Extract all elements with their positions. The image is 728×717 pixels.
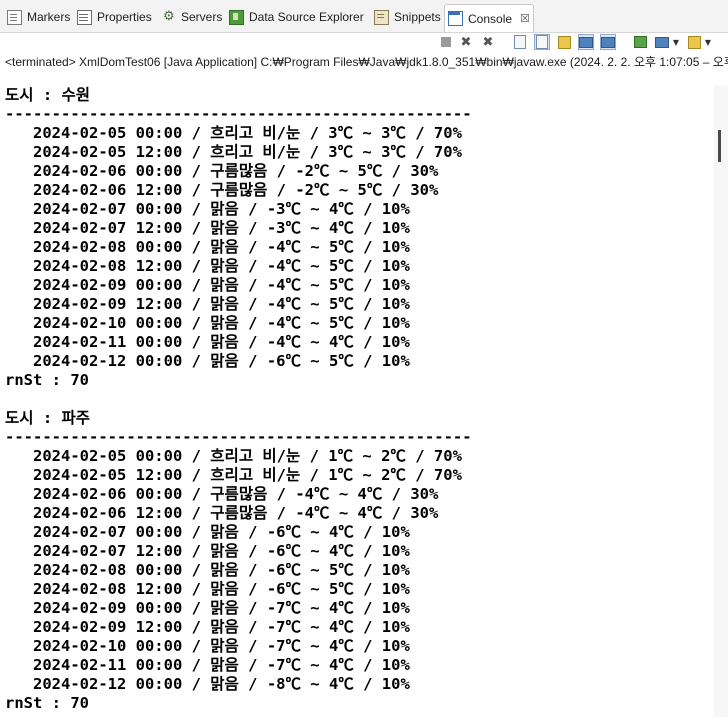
chevron-down-icon[interactable]: ▼ xyxy=(672,34,680,50)
tab-markers[interactable]: Markers xyxy=(4,5,73,29)
forecast-row: 2024-02-10 00:00 / 맑음 / -7℃ ~ 4℃ / 10% xyxy=(5,637,410,655)
forecast-row: 2024-02-07 00:00 / 맑음 / -3℃ ~ 4℃ / 10% xyxy=(5,200,410,218)
tab-data-source-explorer[interactable]: Data Source Explorer xyxy=(226,5,367,29)
forecast-row: 2024-02-11 00:00 / 맑음 / -7℃ ~ 4℃ / 10% xyxy=(5,656,410,674)
tab-label: Properties xyxy=(97,10,152,24)
forecast-row: 2024-02-07 12:00 / 맑음 / -3℃ ~ 4℃ / 10% xyxy=(5,219,410,237)
tab-label: Markers xyxy=(27,10,71,24)
tab-label: Servers xyxy=(181,10,223,24)
forecast-row: 2024-02-08 00:00 / 맑음 / -4℃ ~ 5℃ / 10% xyxy=(5,238,410,256)
tab-properties[interactable]: Properties xyxy=(74,5,155,29)
city-header: 도시 : 파주 xyxy=(5,409,91,427)
tab-label: Snippets xyxy=(394,10,441,24)
forecast-row: 2024-02-07 12:00 / 맑음 / -6℃ ~ 4℃ / 10% xyxy=(5,542,410,560)
rnst-line: rnSt : 70 xyxy=(5,371,89,389)
tab-label: Console xyxy=(468,11,513,26)
view-tab-bar: Markers Properties Servers Data Source E… xyxy=(0,0,728,33)
forecast-row: 2024-02-09 00:00 / 맑음 / -4℃ ~ 5℃ / 10% xyxy=(5,276,410,294)
forecast-row: 2024-02-08 12:00 / 맑음 / -4℃ ~ 5℃ / 10% xyxy=(5,257,410,275)
tab-snippets[interactable]: Snippets xyxy=(371,5,444,29)
forecast-row: 2024-02-06 12:00 / 구름많음 / -2℃ ~ 5℃ / 30% xyxy=(5,181,439,199)
snippets-icon xyxy=(374,9,389,25)
rnst-line: rnSt : 70 xyxy=(5,694,89,712)
show-console-on-stdout-icon[interactable] xyxy=(578,34,594,50)
clear-console-icon[interactable] xyxy=(512,34,528,50)
console-toolbar: ✖ ✖ ▼ ▼ xyxy=(428,32,728,54)
scroll-lock-icon[interactable] xyxy=(534,34,550,50)
forecast-row: 2024-02-09 12:00 / 맑음 / -7℃ ~ 4℃ / 10% xyxy=(5,618,410,636)
forecast-row: 2024-02-12 00:00 / 맑음 / -6℃ ~ 5℃ / 10% xyxy=(5,352,410,370)
servers-icon xyxy=(163,8,176,24)
close-icon[interactable]: ☒ xyxy=(520,12,530,25)
forecast-row: 2024-02-06 12:00 / 구름많음 / -4℃ ~ 4℃ / 30% xyxy=(5,504,439,522)
divider-line: ----------------------------------------… xyxy=(5,105,472,123)
forecast-row: 2024-02-05 00:00 / 흐리고 비/눈 / 1℃ ~ 2℃ / 7… xyxy=(5,447,462,465)
pin-console-icon[interactable] xyxy=(632,34,648,50)
forecast-row: 2024-02-06 00:00 / 구름많음 / -4℃ ~ 4℃ / 30% xyxy=(5,485,439,503)
forecast-row: 2024-02-05 00:00 / 흐리고 비/눈 / 3℃ ~ 3℃ / 7… xyxy=(5,124,462,142)
launch-status-line: <terminated> XmlDomTest06 [Java Applicat… xyxy=(5,55,728,69)
city-header: 도시 : 수원 xyxy=(5,86,91,104)
console-icon xyxy=(448,11,463,26)
show-console-on-stderr-icon[interactable] xyxy=(600,34,616,50)
forecast-row: 2024-02-07 00:00 / 맑음 / -6℃ ~ 4℃ / 10% xyxy=(5,523,410,541)
word-wrap-icon[interactable] xyxy=(556,34,572,50)
tab-console[interactable]: Console ☒ xyxy=(444,4,534,32)
forecast-row: 2024-02-11 00:00 / 맑음 / -4℃ ~ 4℃ / 10% xyxy=(5,333,410,351)
forecast-row: 2024-02-12 00:00 / 맑음 / -8℃ ~ 4℃ / 10% xyxy=(5,675,410,693)
forecast-row: 2024-02-10 00:00 / 맑음 / -4℃ ~ 5℃ / 10% xyxy=(5,314,410,332)
divider-line: ----------------------------------------… xyxy=(5,428,472,446)
remove-launch-icon[interactable]: ✖ xyxy=(458,34,474,50)
scrollbar-thumb[interactable] xyxy=(718,130,721,162)
tab-label: Data Source Explorer xyxy=(249,10,364,24)
console-output[interactable]: 도시 : 수원 ---------------------------------… xyxy=(5,86,710,717)
forecast-row: 2024-02-09 00:00 / 맑음 / -7℃ ~ 4℃ / 10% xyxy=(5,599,410,617)
terminate-icon[interactable] xyxy=(438,34,454,50)
data-source-explorer-icon xyxy=(229,9,244,25)
forecast-row: 2024-02-08 12:00 / 맑음 / -6℃ ~ 5℃ / 10% xyxy=(5,580,410,598)
vertical-scrollbar[interactable] xyxy=(714,86,728,717)
open-console-icon[interactable] xyxy=(686,34,702,50)
chevron-down-icon[interactable]: ▼ xyxy=(704,34,712,50)
markers-icon xyxy=(7,9,22,25)
forecast-row: 2024-02-08 00:00 / 맑음 / -6℃ ~ 5℃ / 10% xyxy=(5,561,410,579)
forecast-row: 2024-02-09 12:00 / 맑음 / -4℃ ~ 5℃ / 10% xyxy=(5,295,410,313)
forecast-row: 2024-02-05 12:00 / 흐리고 비/눈 / 3℃ ~ 3℃ / 7… xyxy=(5,143,462,161)
forecast-row: 2024-02-06 00:00 / 구름많음 / -2℃ ~ 5℃ / 30% xyxy=(5,162,439,180)
properties-icon xyxy=(77,9,92,25)
tab-servers[interactable]: Servers xyxy=(160,5,225,29)
display-selected-console-icon[interactable] xyxy=(654,34,670,50)
forecast-row: 2024-02-05 12:00 / 흐리고 비/눈 / 1℃ ~ 2℃ / 7… xyxy=(5,466,462,484)
remove-all-terminated-icon[interactable]: ✖ xyxy=(480,34,496,50)
